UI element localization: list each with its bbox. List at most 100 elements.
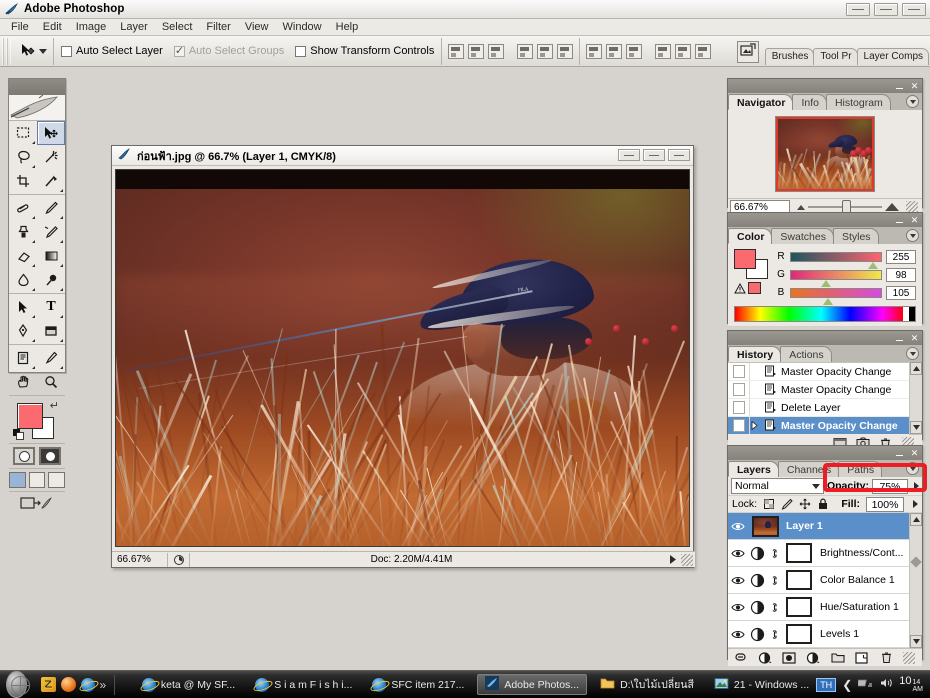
zoom-slider-track[interactable] — [808, 200, 882, 214]
taskbar-clock[interactable]: 10 14 AM — [899, 675, 923, 694]
tool-flyout-indicator[interactable] — [29, 216, 35, 219]
out-of-gamut-warning-icon[interactable] — [734, 282, 746, 294]
layer-visibility-icon[interactable] — [728, 629, 748, 640]
large-mountain-icon[interactable] — [885, 203, 899, 211]
menu-image[interactable]: Image — [69, 20, 114, 34]
palette-menu-icon[interactable] — [906, 462, 919, 475]
navigator-thumbnail[interactable] — [775, 116, 875, 192]
navigator-zoom-slider[interactable] — [794, 200, 902, 214]
navigator-palette-title-bar[interactable]: ✕ — [728, 79, 922, 93]
doc-preview-icon[interactable] — [168, 552, 190, 567]
quicklaunch-icon-1[interactable] — [40, 677, 56, 692]
layer-row-layer-1[interactable]: Layer 1 — [728, 513, 909, 540]
layer-name[interactable]: Layer 1 — [782, 520, 823, 532]
layer-visibility-icon[interactable] — [728, 575, 748, 586]
layer-mask-thumbnail-cell[interactable] — [782, 597, 816, 617]
layers-palette-title-bar[interactable]: ✕ — [728, 446, 922, 460]
tab-swatches[interactable]: Swatches — [771, 228, 834, 244]
eyedropper-tool[interactable] — [37, 346, 65, 370]
layer-visibility-icon[interactable] — [728, 521, 748, 532]
delete-layer-icon[interactable] — [879, 651, 894, 665]
brush-tool[interactable] — [37, 196, 65, 220]
tool-flyout-indicator[interactable] — [57, 288, 63, 291]
layer-row-levels[interactable]: Levels 1 — [728, 621, 909, 648]
layer-link-icon[interactable] — [766, 628, 782, 641]
type-tool[interactable]: T — [37, 295, 65, 319]
layer-link-icon[interactable] — [766, 547, 782, 560]
layer-name[interactable]: Brightness/Cont... — [816, 547, 903, 559]
layer-link-icon[interactable] — [766, 601, 782, 614]
channel-slider-r[interactable] — [790, 251, 882, 269]
layer-mask-th umbnail-cell[interactable] — [782, 570, 816, 590]
adjustment-layer-icon[interactable] — [748, 600, 766, 615]
auto-select-groups-checkbox[interactable]: Auto Select Groups — [173, 44, 284, 57]
pen-tool[interactable] — [9, 319, 37, 343]
small-mountain-icon[interactable] — [797, 204, 805, 210]
layer-row-hue-saturation[interactable]: Hue/Saturation 1 — [728, 594, 909, 621]
task-folder-explorer[interactable]: D:\ใบไม้เปลี่ยนสี — [593, 674, 701, 695]
close-icon[interactable]: ✕ — [910, 81, 919, 91]
distribute-top-edges-icon[interactable] — [586, 43, 603, 59]
tab-channels[interactable]: Channels — [777, 461, 840, 477]
task-adobe-photoshop[interactable]: Adobe Photos... — [477, 674, 588, 695]
hand-tool[interactable] — [9, 370, 37, 394]
align-top-edges-icon[interactable] — [448, 43, 465, 59]
blend-mode-select[interactable]: Normal — [731, 478, 824, 494]
scrollbar-thumb[interactable] — [910, 556, 922, 568]
document-title-bar[interactable]: ก่อนฟ้า.jpg @ 66.7% (Layer 1, CMYK/8) — [112, 146, 693, 166]
show-desktop-arrow-icon[interactable]: ❮ — [842, 678, 852, 692]
history-row[interactable]: Delete Layer — [728, 399, 909, 417]
adjustment-layer-icon[interactable] — [748, 573, 766, 588]
scroll-down-arrow[interactable] — [910, 635, 922, 648]
lock-all-icon[interactable] — [817, 498, 829, 510]
minimize-icon[interactable] — [896, 449, 905, 458]
tab-layers[interactable]: Layers — [728, 461, 779, 477]
scrollbar-track[interactable] — [910, 375, 922, 421]
layer-style-icon[interactable] — [757, 651, 772, 665]
channel-value-r[interactable]: 255 — [886, 249, 916, 264]
distribute-horizontal-centers-icon[interactable] — [675, 43, 692, 59]
tab-paths[interactable]: Paths — [838, 461, 883, 477]
minimize-icon[interactable] — [896, 334, 905, 343]
layer-mask-thumbnail-cell[interactable] — [782, 624, 816, 644]
fill-field[interactable]: 100% — [866, 496, 904, 512]
clone-stamp-tool[interactable] — [9, 220, 37, 244]
channel-thumb-g[interactable] — [820, 279, 831, 287]
notes-tool[interactable] — [9, 346, 37, 370]
close-icon[interactable]: ✕ — [910, 333, 919, 343]
blur-tool[interactable] — [9, 268, 37, 292]
start-button[interactable] — [6, 671, 30, 698]
task-keta-my-sf[interactable]: keta @ My SF... — [135, 674, 242, 695]
internet-explorer-icon[interactable] — [80, 677, 95, 692]
new-adjustment-layer-icon[interactable] — [806, 651, 821, 665]
layer-row-brightness-contrast[interactable]: Brightness/Cont... — [728, 540, 909, 567]
crop-tool[interactable] — [9, 169, 37, 193]
channel-value-g[interactable]: 98 — [886, 267, 916, 282]
slice-tool[interactable] — [37, 169, 65, 193]
menu-layer[interactable]: Layer — [113, 20, 155, 34]
scroll-up-arrow[interactable] — [910, 513, 922, 526]
distribute-bottom-edges-icon[interactable] — [626, 43, 643, 59]
spectrum-white-black-end[interactable] — [903, 307, 915, 321]
task-windows-picture-viewer[interactable]: 21 - Windows ... — [707, 674, 816, 695]
quick-launch-overflow-chevron[interactable]: » — [100, 678, 107, 692]
history-snapshot-toggle[interactable] — [728, 399, 750, 416]
show-transform-controls-checkbox[interactable]: Show Transform Controls — [295, 45, 434, 57]
task-siamfishing[interactable]: S i a m F i s h i... — [248, 674, 359, 695]
channel-thumb-r[interactable] — [868, 261, 879, 269]
layer-name[interactable]: Color Balance 1 — [816, 574, 895, 586]
tab-styles[interactable]: Styles — [832, 228, 879, 244]
close-button[interactable] — [902, 3, 926, 16]
magic-wand-tool[interactable] — [37, 145, 65, 169]
new-group-icon[interactable] — [830, 651, 845, 665]
channel-thumb-b[interactable] — [823, 297, 834, 305]
quicklaunch-icon-2[interactable] — [60, 677, 76, 692]
lock-image-pixels-icon[interactable] — [781, 498, 793, 510]
resize-grip-icon[interactable] — [681, 553, 693, 566]
tab-navigator[interactable]: Navigator — [728, 94, 794, 110]
history-row[interactable]: Master Opacity Change — [728, 363, 909, 381]
scroll-down-arrow[interactable] — [910, 421, 922, 434]
close-icon[interactable]: ✕ — [910, 215, 919, 225]
tool-flyout-indicator[interactable] — [57, 315, 63, 318]
align-left-edges-icon[interactable] — [517, 43, 534, 59]
